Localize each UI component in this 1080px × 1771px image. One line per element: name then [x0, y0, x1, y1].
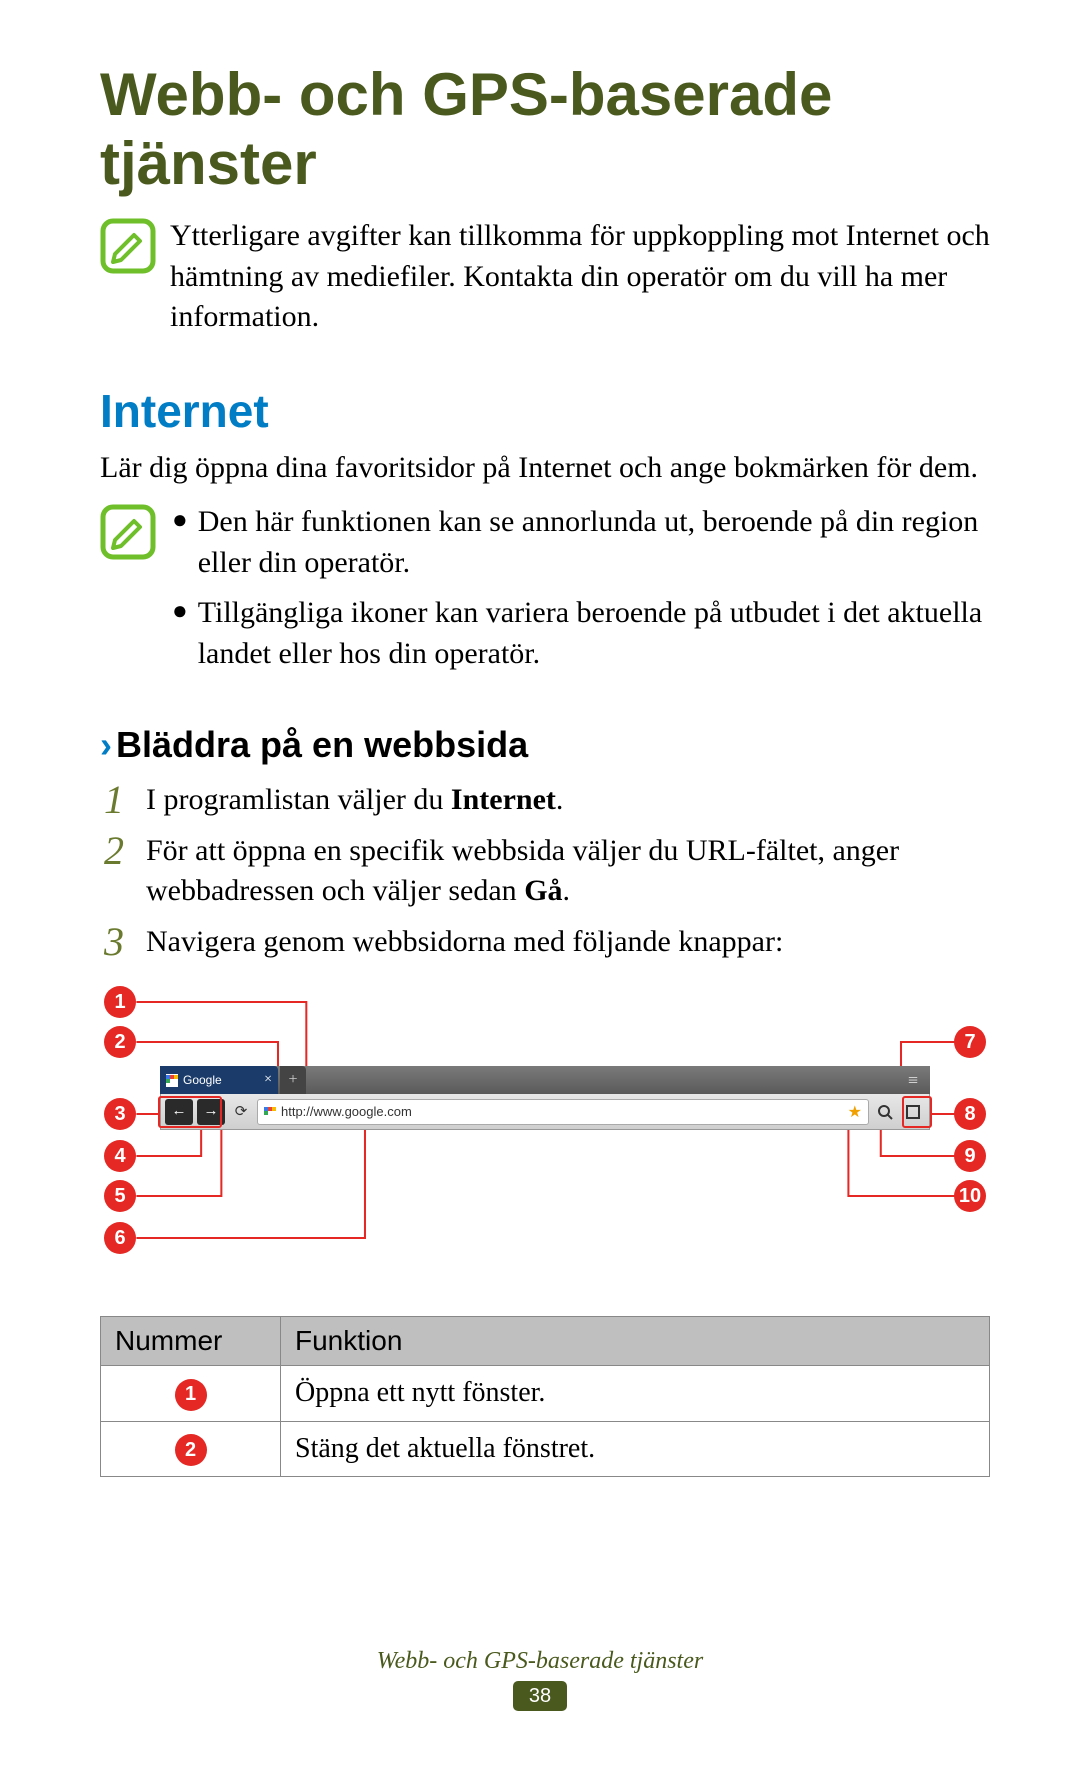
sub-heading: ›Bläddra på en webbsida: [100, 724, 990, 766]
callout-1: 1: [104, 986, 136, 1018]
favicon-icon: [166, 1074, 178, 1086]
row-badge: 1: [175, 1379, 207, 1411]
step-item: 2 För att öppna en specifik webbsida väl…: [100, 831, 990, 912]
function-table: Nummer Funktion 1 Öppna ett nytt fönster…: [100, 1316, 990, 1477]
note-icon: [100, 504, 156, 565]
row-badge: 2: [175, 1434, 207, 1466]
callout-2: 2: [104, 1026, 136, 1058]
row-function: Öppna ett nytt fönster.: [281, 1366, 990, 1422]
step-text: I programlistan väljer du Internet.: [146, 780, 563, 821]
callout-3: 3: [104, 1098, 136, 1130]
table-header-number: Nummer: [101, 1317, 281, 1366]
forward-button[interactable]: →: [197, 1099, 225, 1125]
callout-9: 9: [954, 1140, 986, 1172]
table-row: 2 Stäng det aktuella fönstret.: [101, 1421, 990, 1477]
intro-text: Lär dig öppna dina favoritsidor på Inter…: [100, 448, 990, 489]
page-footer: Webb- och GPS-baserade tjänster 38: [0, 1648, 1080, 1711]
tab-row: Google × + ≡: [160, 1066, 930, 1094]
section-title: Internet: [100, 384, 990, 438]
refresh-button[interactable]: ⟳: [229, 1100, 253, 1124]
row-function: Stäng det aktuella fönstret.: [281, 1421, 990, 1477]
close-icon[interactable]: ×: [264, 1072, 272, 1088]
list-item: ● Tillgängliga ikoner kan variera beroen…: [170, 593, 990, 674]
footer-title: Webb- och GPS-baserade tjänster: [0, 1648, 1080, 1675]
step-number: 1: [100, 780, 128, 820]
fullscreen-icon[interactable]: [901, 1100, 925, 1124]
callout-7: 7: [954, 1026, 986, 1058]
step-item: 1 I programlistan väljer du Internet.: [100, 780, 990, 821]
step-list: 1 I programlistan väljer du Internet. 2 …: [100, 780, 990, 962]
step-text: För att öppna en specifik webbsida välje…: [146, 831, 990, 912]
bullet-text: Tillgängliga ikoner kan variera beroende…: [198, 593, 990, 674]
table-row: 1 Öppna ett nytt fönster.: [101, 1366, 990, 1422]
bullet-text: Den här funktionen kan se annorlunda ut,…: [198, 502, 990, 583]
favicon-icon: [264, 1106, 276, 1118]
bullet-icon: ●: [170, 502, 188, 538]
tab-label: Google: [183, 1073, 259, 1087]
url-field[interactable]: http://www.google.com ★: [257, 1099, 869, 1125]
callout-10: 10: [954, 1180, 986, 1212]
bullet-list: ● Den här funktionen kan se annorlunda u…: [170, 502, 990, 684]
address-row: ← → ⟳ http://www.google.com ★: [160, 1094, 930, 1130]
callout-5: 5: [104, 1180, 136, 1212]
step-number: 3: [100, 922, 128, 962]
search-icon[interactable]: [873, 1100, 897, 1124]
callout-6: 6: [104, 1222, 136, 1254]
browser-diagram: 1 2 3 4 5 6 7 8 9 10 Google × + ≡ ←: [100, 986, 990, 1286]
sub-heading-text: Bläddra på en webbsida: [116, 724, 528, 765]
step-number: 2: [100, 831, 128, 871]
callout-4: 4: [104, 1140, 136, 1172]
note-text-1: Ytterligare avgifter kan tillkomma för u…: [170, 216, 990, 338]
browser-tab[interactable]: Google ×: [160, 1066, 278, 1094]
new-tab-button[interactable]: +: [280, 1066, 306, 1094]
bullet-icon: ●: [170, 593, 188, 629]
back-button[interactable]: ←: [165, 1099, 193, 1125]
browser-bar: Google × + ≡ ← → ⟳ http://www.google.com…: [160, 1066, 930, 1130]
step-text: Navigera genom webbsidorna med följande …: [146, 922, 783, 963]
url-text: http://www.google.com: [281, 1104, 843, 1119]
note-block-2: ● Den här funktionen kan se annorlunda u…: [100, 502, 990, 684]
chevron-icon: ›: [100, 724, 112, 765]
list-item: ● Den här funktionen kan se annorlunda u…: [170, 502, 990, 583]
bookmark-star-icon[interactable]: ★: [848, 1102, 862, 1122]
note-block-1: Ytterligare avgifter kan tillkomma för u…: [100, 216, 990, 338]
page-number: 38: [513, 1681, 567, 1711]
callout-8: 8: [954, 1098, 986, 1130]
step-item: 3 Navigera genom webbsidorna med följand…: [100, 922, 990, 963]
note-icon: [100, 218, 156, 279]
menu-icon[interactable]: ≡: [896, 1066, 930, 1094]
table-header-function: Funktion: [281, 1317, 990, 1366]
page-title: Webb- och GPS-baserade tjänster: [100, 60, 990, 198]
